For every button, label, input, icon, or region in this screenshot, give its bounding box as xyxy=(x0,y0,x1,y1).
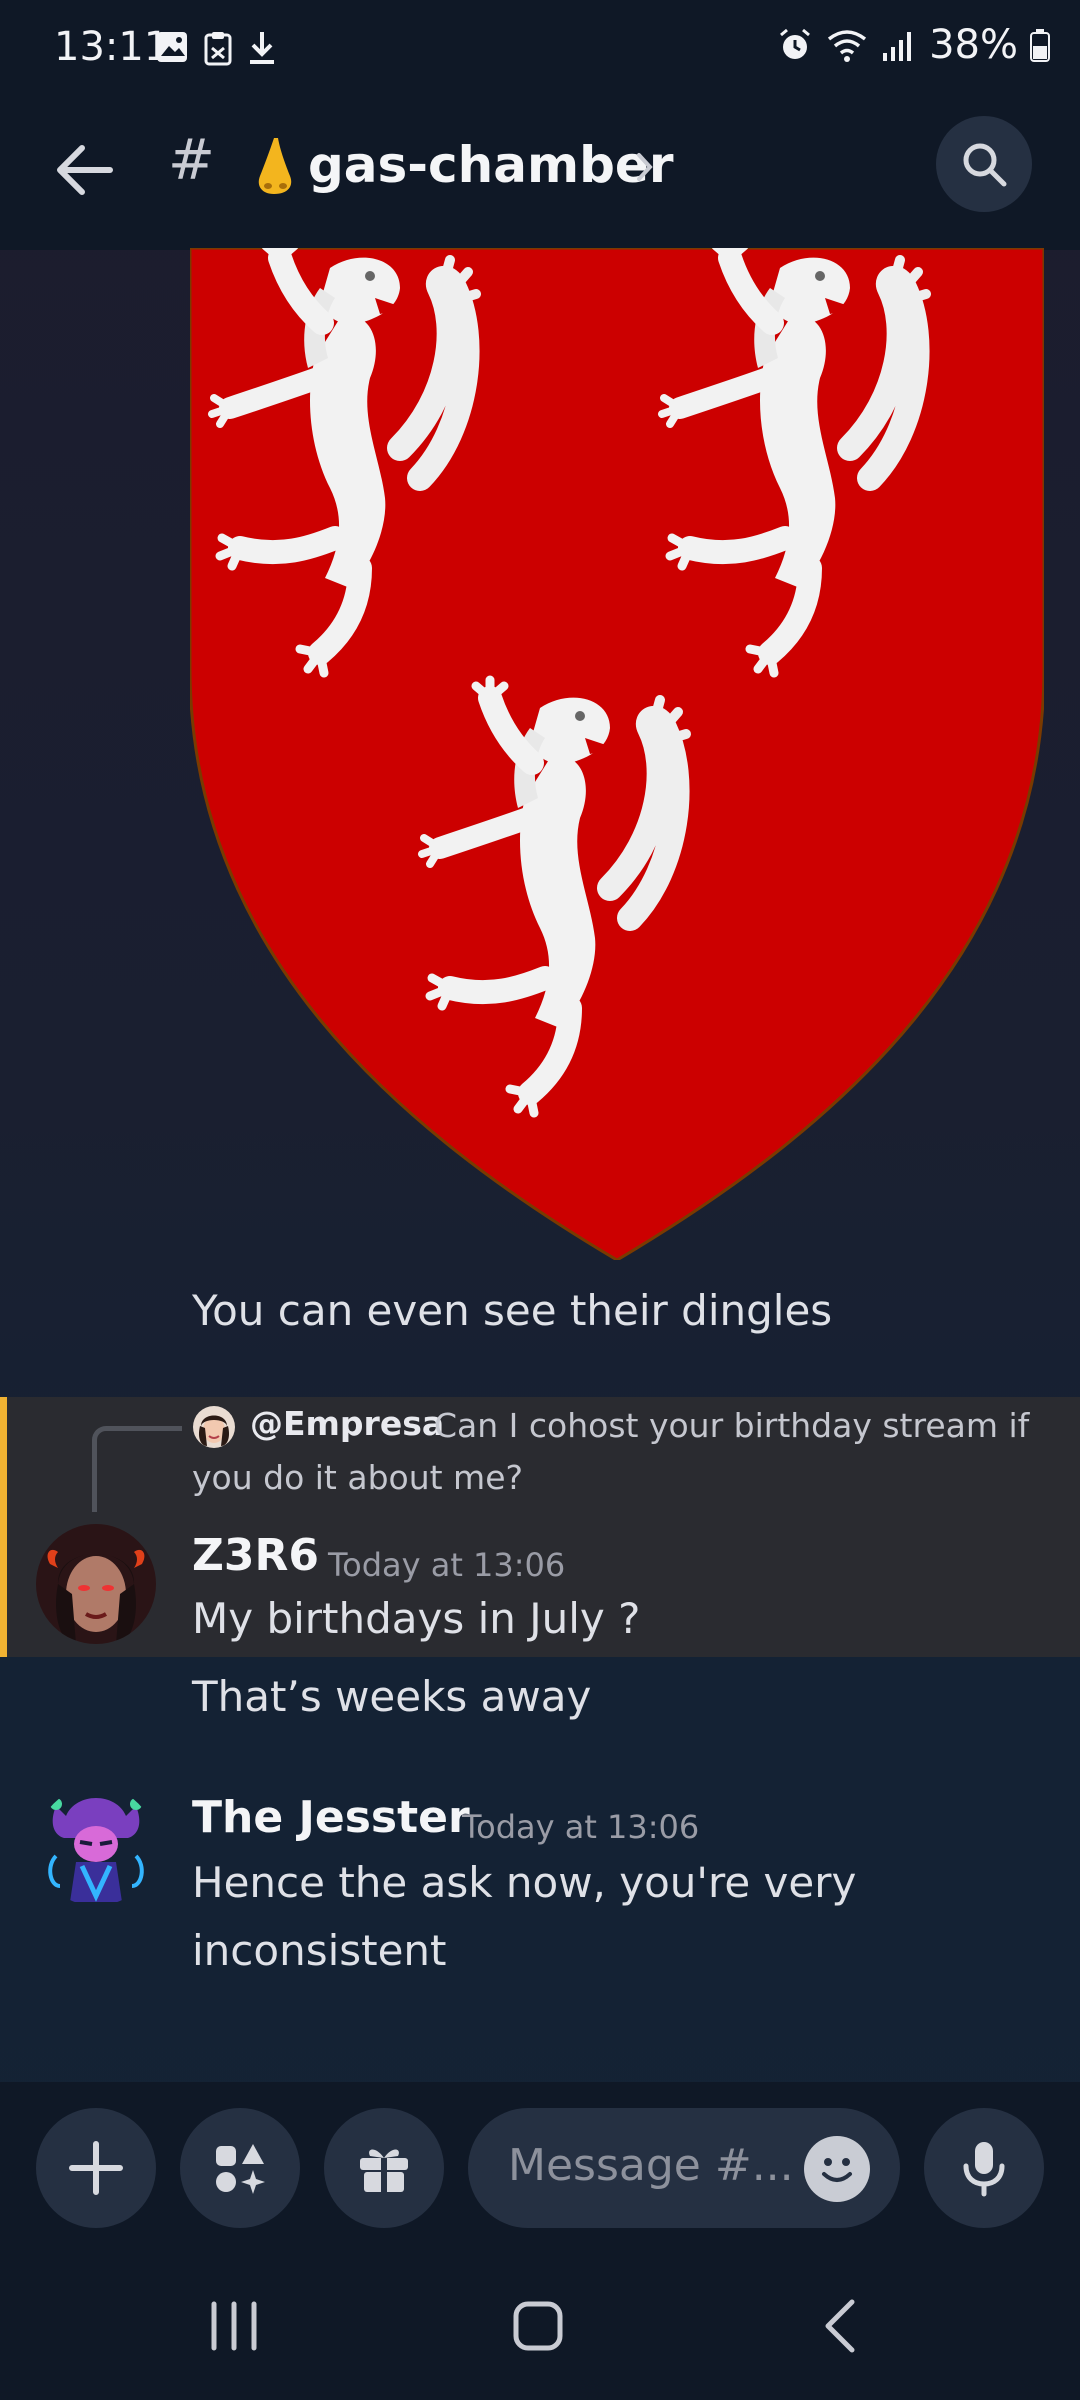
image-notification-icon xyxy=(157,32,187,62)
chevron-right-icon[interactable] xyxy=(634,150,656,184)
search-icon xyxy=(963,143,1007,187)
message-author[interactable]: Z3R6 xyxy=(192,1530,319,1581)
message-text: inconsistent xyxy=(192,1926,447,1975)
home-icon xyxy=(513,2301,563,2351)
system-back-button[interactable] xyxy=(812,2296,872,2360)
gift-icon xyxy=(360,2149,408,2192)
message-timestamp: Today at 13:06 xyxy=(328,1546,566,1584)
gift-button[interactable] xyxy=(324,2108,444,2228)
download-notification-icon xyxy=(250,32,274,64)
system-navigation-bar xyxy=(0,2252,1080,2400)
message-input[interactable]: Message #... xyxy=(468,2108,900,2228)
status-bar: 13:11 38% xyxy=(0,0,1080,100)
reply-preview-text-cont[interactable]: you do it about me? xyxy=(192,1458,523,1497)
message-text: You can even see their dingles xyxy=(192,1286,833,1335)
battery-icon xyxy=(1030,29,1050,62)
voice-message-button[interactable] xyxy=(924,2108,1044,2228)
back-button[interactable] xyxy=(48,134,120,206)
message-composer: Message #... xyxy=(0,2082,1080,2252)
chat-screen: 13:11 38% # gas-chamber You can even see… xyxy=(0,0,1080,2400)
mention-highlight-bar xyxy=(0,1397,7,1657)
coat-of-arms-image[interactable] xyxy=(190,248,1044,1260)
chevron-left-icon xyxy=(825,2299,855,2353)
plus-icon xyxy=(69,2141,123,2195)
nose-emoji-icon xyxy=(258,138,292,194)
microphone-icon xyxy=(963,2142,1005,2197)
reply-connector xyxy=(92,1426,182,1512)
notification-icons xyxy=(155,30,277,66)
apps-button[interactable] xyxy=(180,2108,300,2228)
channel-hash-icon: # xyxy=(168,128,215,193)
reply-mention[interactable]: @Empresa xyxy=(250,1404,444,1443)
message-author[interactable]: The Jesster xyxy=(192,1792,470,1843)
recent-apps-icon xyxy=(211,2301,257,2351)
message-input-placeholder: Message #... xyxy=(508,2140,794,2191)
arrow-left-icon xyxy=(57,145,113,195)
emoji-button[interactable] xyxy=(804,2136,870,2202)
reply-preview-text[interactable]: Can I cohost your birthday stream if xyxy=(434,1406,1029,1445)
message-text: My birthdays in July ? xyxy=(192,1594,641,1643)
search-button[interactable] xyxy=(936,116,1032,212)
reply-avatar[interactable] xyxy=(193,1406,235,1448)
channel-header: # gas-chamber xyxy=(0,100,1080,250)
wifi-icon xyxy=(828,30,867,62)
user-avatar-z3r6[interactable] xyxy=(36,1524,156,1644)
status-time: 13:11 xyxy=(54,24,170,70)
system-icons: 38% xyxy=(777,22,1050,68)
message-text: That’s weeks away xyxy=(192,1672,592,1721)
user-avatar-jesster[interactable] xyxy=(36,1786,156,1906)
message-text: Hence the ask now, you're very xyxy=(192,1858,857,1907)
attach-button[interactable] xyxy=(36,2108,156,2228)
home-button[interactable] xyxy=(508,2296,568,2360)
signal-icon xyxy=(883,32,912,61)
apps-icon xyxy=(216,2144,265,2194)
channel-name[interactable]: gas-chamber xyxy=(308,136,673,194)
clipboard-notification-icon xyxy=(204,32,232,66)
recent-apps-button[interactable] xyxy=(204,2296,264,2360)
alarm-icon xyxy=(780,28,811,59)
smiley-icon xyxy=(822,2158,852,2182)
battery-percent: 38% xyxy=(929,22,1018,68)
message-timestamp: Today at 13:06 xyxy=(462,1808,700,1846)
